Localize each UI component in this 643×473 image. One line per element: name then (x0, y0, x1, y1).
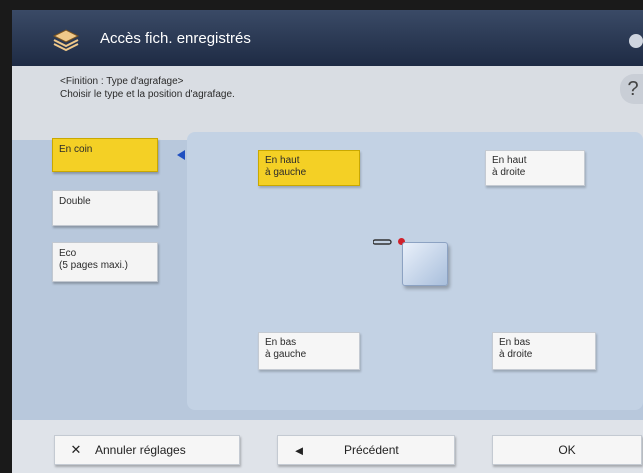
close-icon: ✕ (70, 442, 82, 457)
screen-title: Accès fich. enregistrés (100, 30, 251, 47)
previous-button[interactable]: ◄ Précédent (277, 435, 455, 465)
paper-preview-icon (402, 242, 448, 286)
ok-label: OK (558, 443, 576, 457)
previous-label: Précédent (344, 443, 399, 457)
staple-type-double-button[interactable]: Double (52, 190, 158, 226)
help-button[interactable]: ? (620, 74, 643, 104)
gear-icon[interactable] (629, 34, 643, 48)
instruction-text: Choisir le type et la position d'agrafag… (60, 89, 235, 100)
cancel-settings-button[interactable]: ✕ Annuler réglages (54, 435, 240, 465)
position-top-right-button[interactable]: En haut à droite (485, 150, 585, 186)
arrow-left-icon: ◄ (292, 442, 306, 458)
instructions: <Finition : Type d'agrafage> Choisir le … (60, 75, 235, 101)
stapled-files-icon (52, 29, 80, 52)
cancel-settings-label: Annuler réglages (95, 443, 186, 457)
position-top-left-button[interactable]: En haut à gauche (258, 150, 360, 186)
title-bar: Accès fich. enregistrés (12, 10, 643, 66)
position-bottom-left-button[interactable]: En bas à gauche (258, 332, 360, 370)
instruction-heading: <Finition : Type d'agrafage> (60, 76, 184, 87)
staple-type-corner-button[interactable]: En coin (52, 138, 158, 172)
ok-button[interactable]: OK (492, 435, 642, 465)
selection-arrow-icon (177, 150, 185, 160)
staple-type-eco-button[interactable]: Eco (5 pages maxi.) (52, 242, 158, 282)
staple-icon (373, 239, 392, 245)
printer-screen: Accès fich. enregistrés <Finition : Type… (12, 10, 643, 473)
position-bottom-right-button[interactable]: En bas à droite (492, 332, 596, 370)
